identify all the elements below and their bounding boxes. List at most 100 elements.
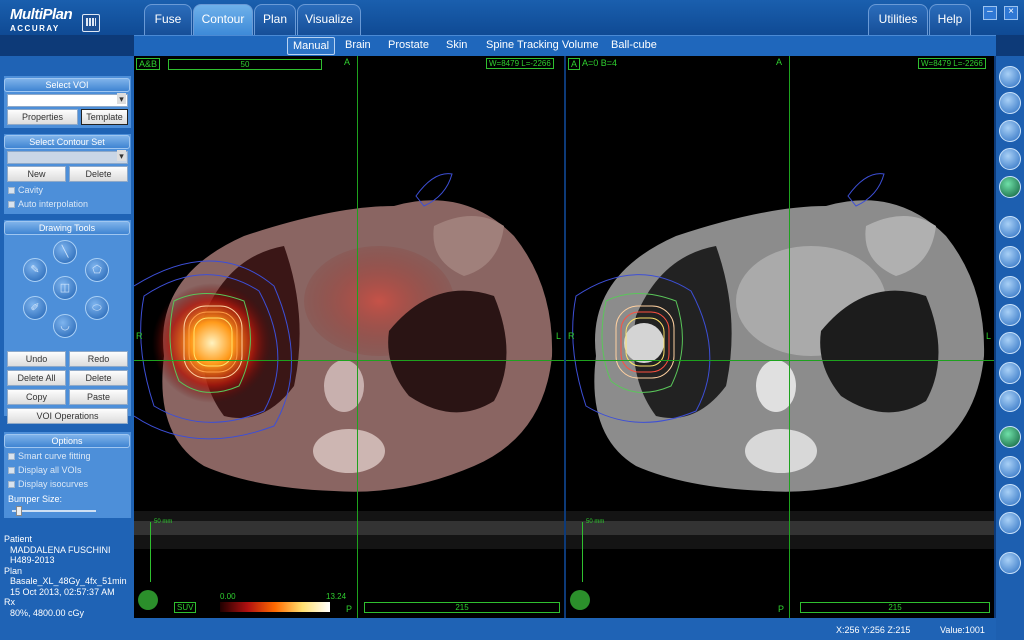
link-icon[interactable]: [999, 332, 1021, 354]
pencil-tool-icon[interactable]: ✎: [23, 258, 47, 282]
tab-label: Plan: [262, 12, 288, 26]
select-voi-title: Select VOI: [4, 78, 130, 92]
slice-slider[interactable]: 215: [800, 602, 990, 613]
logo-name: MultiPlan: [10, 6, 73, 23]
tab-help[interactable]: Help: [929, 4, 971, 35]
top-bar: MultiPlan ACCURAY Fuse Contour Plan Visu…: [0, 0, 1024, 35]
delete-all-button[interactable]: Delete All: [7, 370, 66, 386]
brush-tool-icon[interactable]: ✐: [23, 296, 47, 320]
drawing-tools-title: Drawing Tools: [4, 221, 130, 235]
cube-tool-icon[interactable]: ◫: [53, 276, 77, 300]
viewport-right-ct[interactable]: A A=0 B=4 W=8479 L=-2266 A R L P 50 mm 2…: [566, 56, 994, 618]
paste-button[interactable]: Paste: [69, 389, 128, 405]
tab-fuse[interactable]: Fuse: [144, 4, 192, 35]
template-button[interactable]: Template: [81, 109, 128, 125]
color-scale-min: 0.00: [220, 592, 236, 601]
status-bar: X:256 Y:256 Z:215 Value:1001: [134, 618, 996, 640]
person-orientation-icon: [570, 590, 590, 610]
subtab-skin[interactable]: Skin: [441, 37, 472, 55]
ct-image: [566, 173, 994, 549]
rotate-icon[interactable]: [999, 276, 1021, 298]
orientation-right: L: [556, 331, 562, 341]
tab-plan[interactable]: Plan: [254, 4, 296, 35]
tab-label: Visualize: [305, 12, 353, 26]
opacity-value: 50: [240, 60, 250, 69]
tab-visualize[interactable]: Visualize: [297, 4, 361, 35]
logo-sub: ACCURAY: [10, 24, 60, 33]
bumper-slider[interactable]: [12, 506, 96, 516]
beam-icon[interactable]: [999, 512, 1021, 534]
tab-utilities[interactable]: Utilities: [868, 4, 928, 35]
patient-model-icon[interactable]: [999, 552, 1021, 574]
reset-view-icon[interactable]: [999, 216, 1021, 238]
contour-display-icon[interactable]: [999, 362, 1021, 384]
grid-menu-icon[interactable]: [82, 14, 100, 32]
properties-button[interactable]: Properties: [7, 109, 78, 125]
patient-id: H489-2013: [10, 555, 55, 565]
lasso-tool-icon[interactable]: ◡: [53, 314, 77, 338]
layout-icon[interactable]: [999, 246, 1021, 268]
dose-icon[interactable]: [999, 456, 1021, 478]
tab-label: Utilities: [878, 12, 918, 26]
suv-label: SUV: [174, 602, 197, 613]
display-isocurves-checkbox[interactable]: Display isocurves: [8, 479, 88, 490]
isodose-icon[interactable]: [999, 484, 1021, 506]
subtab-spine-tracking[interactable]: Spine Tracking Volume: [481, 37, 604, 55]
ellipse-tool-icon[interactable]: ⬭: [85, 296, 109, 320]
scale-bar-label: 50 mm: [154, 519, 173, 525]
bumper-slider-thumb[interactable]: [15, 506, 22, 516]
window-level-readout: W=8479 L=-2266: [918, 58, 986, 69]
crosshair-vertical[interactable]: [357, 56, 358, 618]
window-controls: – ×: [979, 5, 1018, 20]
viewport-left-fused[interactable]: A&B 50 W=8479 L=-2266 A R L P 50 mm SUV …: [134, 56, 564, 618]
polygon-tool-icon[interactable]: ⬠: [85, 258, 109, 282]
coordinate-readout: X:256 Y:256 Z:215: [836, 625, 911, 635]
cavity-label: Cavity: [18, 185, 44, 195]
orientation-right: L: [986, 331, 992, 341]
slice-slider[interactable]: 215: [364, 602, 560, 613]
auto-interp-label: Auto interpolation: [18, 199, 89, 209]
subtab-prostate[interactable]: Prostate: [383, 37, 434, 55]
smart-curve-label: Smart curve fitting: [18, 451, 91, 461]
app-logo: MultiPlan ACCURAY: [10, 6, 130, 34]
subtab-brain[interactable]: Brain: [340, 37, 376, 55]
zoom-icon[interactable]: [999, 92, 1021, 114]
delete-button[interactable]: Delete: [69, 370, 128, 386]
crosshair-horizontal[interactable]: [134, 360, 564, 361]
options-title: Options: [4, 434, 130, 448]
bumper-size-label: Bumper Size:: [8, 494, 63, 504]
line-tool-icon[interactable]: ╲: [53, 240, 77, 264]
crosshair-horizontal[interactable]: [566, 360, 994, 361]
new-contour-button[interactable]: New: [7, 166, 66, 182]
orientation-bottom: P: [778, 604, 785, 614]
crosshair-vertical[interactable]: [789, 56, 790, 618]
delete-contour-button[interactable]: Delete: [69, 166, 128, 182]
subtab-ball-cube[interactable]: Ball-cube: [606, 37, 662, 55]
fusion-icon[interactable]: [999, 426, 1021, 448]
minimize-button[interactable]: –: [982, 6, 997, 20]
close-button[interactable]: ×: [1004, 6, 1018, 20]
orientation-top: A: [344, 57, 351, 67]
smart-curve-checkbox[interactable]: Smart curve fitting: [8, 451, 91, 462]
voi-operations-button[interactable]: VOI Operations: [7, 408, 128, 424]
voi-dropdown[interactable]: [7, 93, 128, 107]
copy-button[interactable]: Copy: [7, 389, 66, 405]
orientation-bottom: P: [346, 604, 353, 614]
display-vois-checkbox[interactable]: Display all VOIs: [8, 465, 82, 476]
undo-button[interactable]: Undo: [7, 351, 66, 367]
rx-label: Rx: [4, 597, 15, 607]
cavity-checkbox[interactable]: Cavity: [8, 185, 43, 196]
subtab-manual[interactable]: Manual: [287, 37, 336, 55]
tab-contour[interactable]: Contour: [193, 4, 253, 35]
window-level-icon[interactable]: [999, 176, 1021, 198]
pan-icon[interactable]: [999, 120, 1021, 142]
auto-interpolation-checkbox[interactable]: Auto interpolation: [8, 199, 88, 210]
pointer-icon[interactable]: [999, 66, 1021, 88]
export-icon[interactable]: [999, 390, 1021, 412]
tab-label: Contour: [201, 12, 245, 26]
copy-view-icon[interactable]: [999, 304, 1021, 326]
contour-set-dropdown[interactable]: [7, 150, 128, 164]
opacity-slider[interactable]: 50: [168, 59, 322, 70]
redo-button[interactable]: Redo: [69, 351, 128, 367]
measure-icon[interactable]: [999, 148, 1021, 170]
